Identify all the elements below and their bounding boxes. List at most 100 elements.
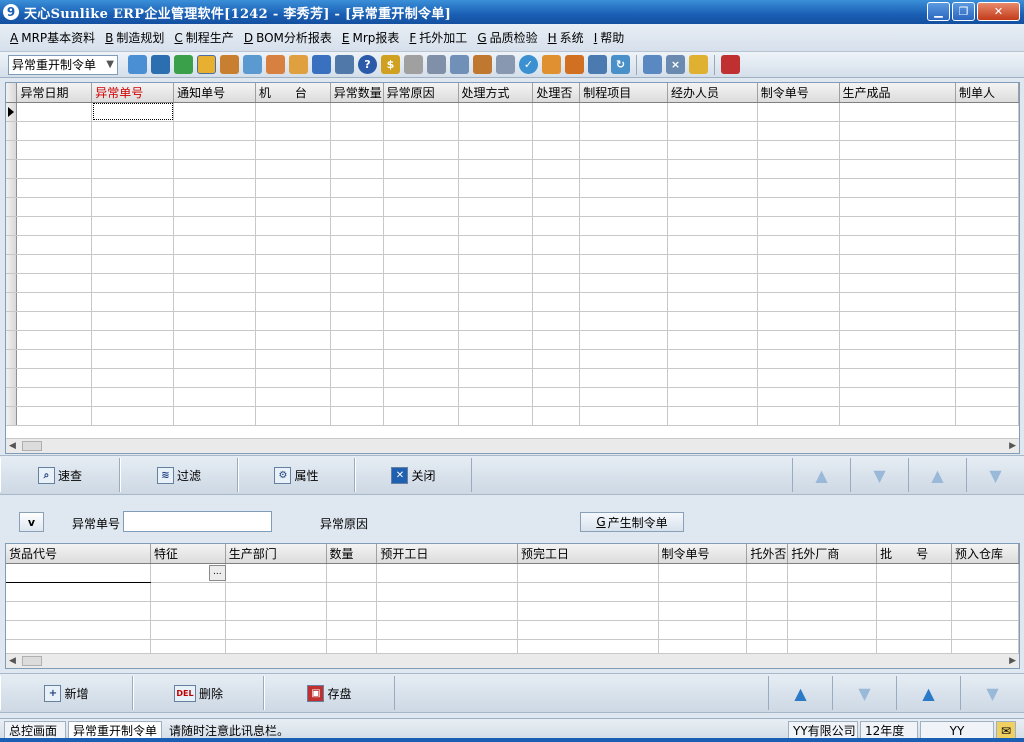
table-cell[interactable] — [951, 601, 1019, 621]
table-cell[interactable] — [658, 620, 748, 640]
refresh-icon[interactable]: ↻ — [611, 55, 630, 74]
table-cell[interactable] — [225, 601, 327, 621]
table-cell[interactable] — [757, 273, 840, 293]
table-cell[interactable] — [383, 235, 459, 255]
table-cell[interactable] — [16, 178, 93, 198]
table-cell[interactable] — [6, 601, 152, 621]
table-cell[interactable] — [532, 273, 581, 293]
table-cell[interactable] — [757, 102, 840, 122]
table-cell[interactable] — [839, 330, 957, 350]
table-cell[interactable] — [517, 582, 659, 602]
table-cell[interactable] — [458, 292, 534, 312]
table-cell[interactable] — [876, 601, 952, 621]
table-cell[interactable] — [746, 563, 789, 583]
table-cell[interactable] — [458, 406, 534, 426]
table-row[interactable] — [6, 121, 1019, 141]
table-cell[interactable] — [579, 311, 668, 331]
table-cell[interactable] — [579, 330, 668, 350]
table-cell[interactable] — [330, 349, 384, 369]
bell-icon[interactable] — [542, 55, 561, 74]
table-cell[interactable] — [173, 349, 256, 369]
scroll-right-icon[interactable]: ▶ — [1009, 656, 1016, 666]
table-cell[interactable] — [16, 387, 93, 407]
nav-first-icon[interactable]: ▲ — [792, 458, 850, 492]
table-cell[interactable] — [255, 273, 331, 293]
table-cell[interactable] — [667, 368, 758, 388]
table-cell[interactable] — [532, 311, 581, 331]
table-cell[interactable] — [667, 235, 758, 255]
col-abnormal-reason[interactable]: 异常原因 — [383, 83, 459, 103]
table-cell[interactable] — [667, 121, 758, 141]
col-warehouse[interactable]: 预入仓库 — [951, 544, 1019, 564]
table-cell[interactable] — [458, 178, 534, 198]
table-cell[interactable] — [255, 197, 331, 217]
table-cell[interactable] — [955, 102, 1019, 122]
table-cell[interactable] — [173, 140, 256, 160]
home-icon[interactable] — [243, 55, 262, 74]
table-cell[interactable] — [579, 102, 668, 122]
table-cell[interactable] — [173, 273, 256, 293]
table-cell[interactable] — [667, 159, 758, 179]
table-cell[interactable] — [173, 102, 256, 122]
table-cell[interactable] — [383, 102, 459, 122]
menu-help[interactable]: I 帮助 — [594, 29, 625, 46]
table-cell[interactable] — [16, 140, 93, 160]
row-header[interactable] — [6, 406, 18, 426]
table-cell[interactable] — [458, 311, 534, 331]
table-cell[interactable] — [532, 102, 581, 122]
table-cell[interactable] — [173, 311, 256, 331]
clipboard-icon[interactable] — [197, 55, 216, 74]
table-cell[interactable] — [383, 387, 459, 407]
table-cell[interactable] — [150, 620, 226, 640]
table-row[interactable] — [6, 140, 1019, 160]
table-cell[interactable] — [757, 387, 840, 407]
table-row[interactable] — [6, 620, 1019, 640]
row-header[interactable] — [6, 140, 18, 160]
mail-icon[interactable] — [289, 55, 308, 74]
table-cell[interactable] — [839, 273, 957, 293]
table-cell[interactable] — [667, 330, 758, 350]
table-cell[interactable] — [746, 620, 789, 640]
table-cell[interactable] — [757, 254, 840, 274]
table-cell[interactable] — [173, 292, 256, 312]
table-cell[interactable] — [955, 216, 1019, 236]
bookmark-icon[interactable] — [312, 55, 331, 74]
col-item-code[interactable]: 货品代号 — [6, 544, 152, 564]
col-vendor[interactable]: 托外厂商 — [787, 544, 878, 564]
col-abnormal-qty[interactable]: 异常数量 — [330, 83, 384, 103]
table-cell[interactable] — [579, 235, 668, 255]
table-cell[interactable] — [255, 330, 331, 350]
table-cell[interactable] — [6, 620, 152, 640]
row-header[interactable] — [6, 159, 18, 179]
table-cell[interactable] — [955, 311, 1019, 331]
table-cell[interactable] — [746, 582, 789, 602]
table-cell[interactable] — [458, 121, 534, 141]
table-cell[interactable] — [376, 582, 518, 602]
save-button[interactable]: ▣ 存盘 — [264, 676, 395, 710]
table-cell[interactable] — [667, 387, 758, 407]
col-handling[interactable]: 处理方式 — [458, 83, 534, 103]
table-cell[interactable] — [757, 121, 840, 141]
nav-first-icon[interactable]: ▲ — [768, 676, 832, 710]
table-row[interactable] — [6, 197, 1019, 217]
table-cell[interactable] — [667, 406, 758, 426]
users-icon[interactable] — [266, 55, 285, 74]
table-cell[interactable] — [658, 582, 748, 602]
top-grid-scrollbar[interactable]: ◀ ▶ — [6, 438, 1019, 453]
table-cell[interactable] — [330, 159, 384, 179]
table-cell[interactable] — [667, 349, 758, 369]
table-cell[interactable] — [458, 387, 534, 407]
table-cell[interactable] — [951, 563, 1019, 583]
table-cell[interactable] — [579, 159, 668, 179]
detail-grid[interactable]: 货品代号 特征 生产部门 数量 预开工日 预完工日 制令单号 托外否 托外厂商 … — [5, 543, 1020, 669]
table-cell[interactable] — [330, 387, 384, 407]
table-cell[interactable] — [458, 273, 534, 293]
properties-button[interactable]: ⚙ 属性 — [238, 458, 355, 492]
collapse-toggle-button[interactable]: v — [19, 512, 44, 532]
table-cell[interactable] — [16, 197, 93, 217]
table-cell[interactable] — [383, 121, 459, 141]
table-cell[interactable] — [91, 254, 175, 274]
table-cell[interactable] — [955, 406, 1019, 426]
table-cell[interactable] — [757, 216, 840, 236]
title-bar[interactable]: 9 天心Sunlike ERP企业管理软件[1242 - 李秀芳] - [异常重… — [0, 0, 1024, 24]
